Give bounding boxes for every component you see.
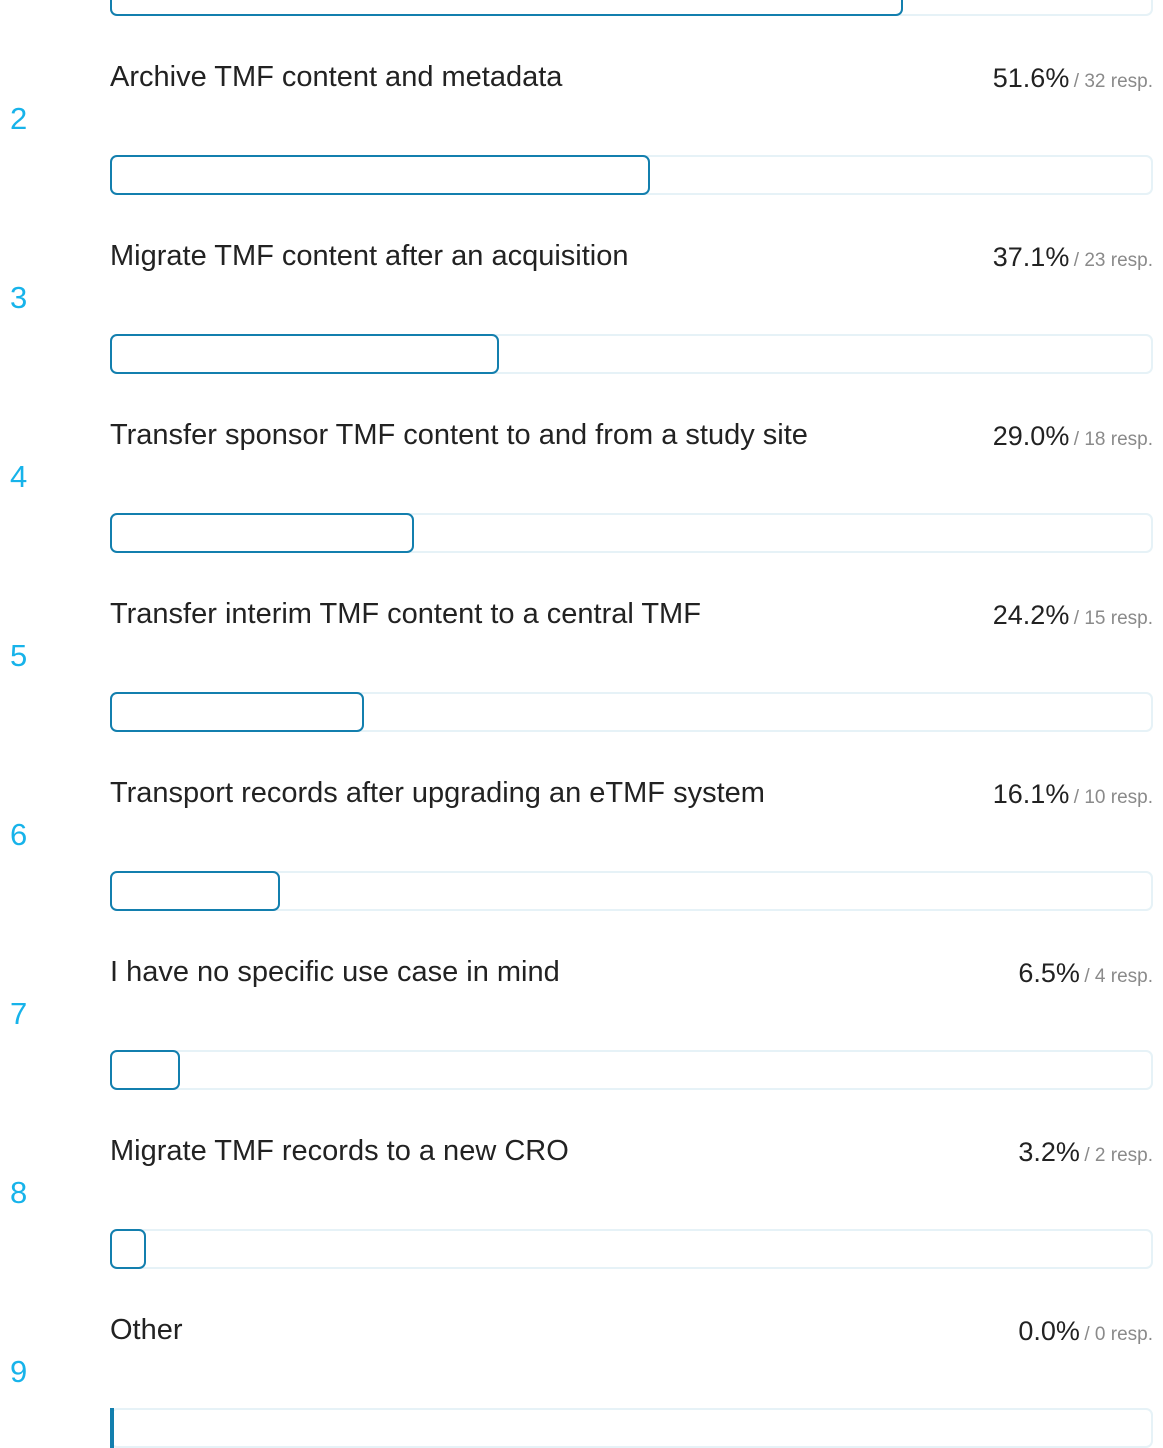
bar-track bbox=[110, 692, 1153, 732]
option-stats: 6.5% / 4 resp. bbox=[1018, 960, 1153, 987]
option-stats: 29.0% / 18 resp. bbox=[993, 423, 1153, 450]
bar-fill bbox=[110, 871, 280, 911]
bar-fill bbox=[110, 334, 499, 374]
percent-label: 6.5% bbox=[1018, 958, 1080, 988]
bar-fill bbox=[110, 1408, 114, 1448]
option-stats: 0.0% / 0 resp. bbox=[1018, 1318, 1153, 1345]
bar-track bbox=[110, 513, 1153, 553]
bar-fill bbox=[110, 1229, 146, 1269]
percent-label: 51.6% bbox=[992, 63, 1070, 93]
percent-label: 16.1% bbox=[992, 779, 1070, 809]
percent-label: 37.1% bbox=[992, 242, 1070, 272]
option-stats: 51.6% / 32 resp. bbox=[993, 65, 1153, 92]
response-count-label: / 32 resp. bbox=[1073, 71, 1153, 92]
bar-fill bbox=[110, 0, 903, 16]
percent-label: 29.0% bbox=[992, 421, 1070, 451]
response-count-label: / 15 resp. bbox=[1073, 608, 1153, 629]
option-label: I have no specific use case in mind bbox=[110, 956, 560, 988]
bar-track bbox=[110, 1050, 1153, 1090]
response-count-label: / 18 resp. bbox=[1073, 429, 1153, 450]
bar-track bbox=[110, 1408, 1153, 1448]
rank-number: 9 bbox=[10, 1354, 28, 1389]
option-label: Migrate TMF records to a new CRO bbox=[110, 1135, 569, 1167]
response-count-label: / 4 resp. bbox=[1084, 966, 1153, 987]
percent-label: 0.0% bbox=[1018, 1316, 1080, 1346]
response-count-label: / 0 resp. bbox=[1084, 1324, 1153, 1345]
percent-label: 24.2% bbox=[992, 600, 1070, 630]
rank-number: 8 bbox=[10, 1175, 28, 1210]
response-count-label: / 23 resp. bbox=[1073, 250, 1153, 271]
bar-fill bbox=[110, 155, 650, 195]
option-stats: 16.1% / 10 resp. bbox=[993, 781, 1153, 808]
response-count-label: / 2 resp. bbox=[1084, 1145, 1153, 1166]
bar-fill bbox=[110, 513, 414, 553]
rank-number: 4 bbox=[10, 459, 28, 494]
option-stats: 37.1% / 23 resp. bbox=[993, 244, 1153, 271]
option-stats: 24.2% / 15 resp. bbox=[993, 602, 1153, 629]
bar-fill bbox=[110, 1050, 180, 1090]
response-count-label: / 10 resp. bbox=[1073, 787, 1153, 808]
rank-number: 3 bbox=[10, 280, 28, 315]
bar-track bbox=[110, 871, 1153, 911]
rank-number: 7 bbox=[10, 996, 28, 1031]
rank-number: 6 bbox=[10, 817, 28, 852]
rank-number: 5 bbox=[10, 638, 28, 673]
bar-track bbox=[110, 334, 1153, 374]
option-label: Transport records after upgrading an eTM… bbox=[110, 777, 765, 809]
bar-track bbox=[110, 1229, 1153, 1269]
option-label: Migrate TMF content after an acquisition bbox=[110, 240, 629, 272]
rank-number: 2 bbox=[10, 101, 28, 136]
bar-track bbox=[110, 155, 1153, 195]
option-label: Transfer interim TMF content to a centra… bbox=[110, 598, 701, 630]
option-label: Transfer sponsor TMF content to and from… bbox=[110, 419, 808, 451]
option-label: Archive TMF content and metadata bbox=[110, 61, 563, 93]
option-label: Other bbox=[110, 1314, 183, 1346]
bar-fill bbox=[110, 692, 364, 732]
option-stats: 3.2% / 2 resp. bbox=[1018, 1139, 1153, 1166]
percent-label: 3.2% bbox=[1018, 1137, 1080, 1167]
bar-track bbox=[110, 0, 1153, 16]
